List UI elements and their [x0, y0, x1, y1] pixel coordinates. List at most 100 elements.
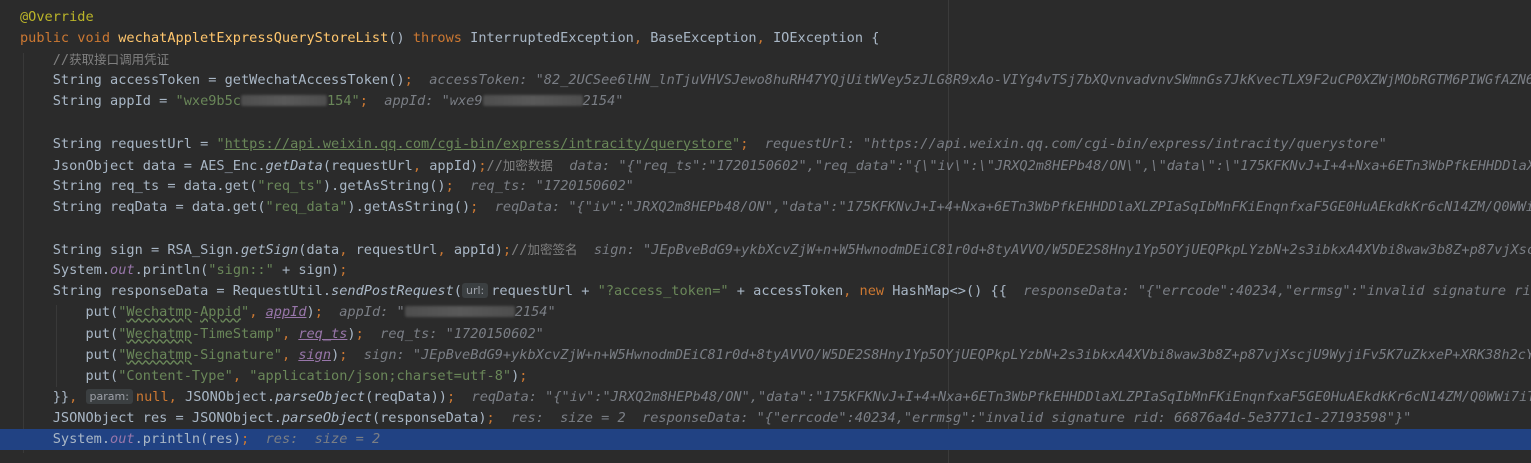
- keyword: ,: [633, 30, 651, 47]
- method-name: wechatAppletExpressQueryStoreList: [118, 30, 389, 47]
- redacted-text: [241, 95, 327, 107]
- code-token: requestUrl +: [491, 283, 598, 300]
- inline-debug-value: sign: "JEpBveBdG9+ykbXcvZjW+n+W5HwnodmDE…: [593, 242, 1531, 259]
- code-token: }}: [52, 388, 70, 405]
- inline-debug-value: res: size = 2 responseData: "{"errcode":…: [494, 409, 1412, 426]
- annotation: @Override: [20, 9, 94, 25]
- keyword: ;: [339, 262, 348, 279]
- keyword: ;: [241, 431, 250, 447]
- inline-debug-value: 2154": [514, 304, 556, 321]
- code-line[interactable]: String sign = RSA_Sign.getSign(data, req…: [0, 239, 1531, 260]
- code-line[interactable]: put("Wechatmp-Appid", appId); appId: " 21…: [0, 302, 1531, 323]
- code-token: ).getAsString(): [347, 198, 471, 215]
- code-line[interactable]: String req_ts = data.get("req_ts").getAs…: [0, 176, 1531, 197]
- string-literal: "wxe9b5c: [175, 93, 241, 110]
- string-literal: ": [241, 304, 250, 321]
- code-token: (): [388, 30, 413, 47]
- code-token: appId): [453, 242, 503, 259]
- string-literal: -Signature": [191, 346, 282, 363]
- code-token: + accessToken: [728, 283, 844, 300]
- code-line[interactable]: }}, param: null, JSONObject.parseObject(r…: [0, 387, 1531, 408]
- code-token: HashMap<>() {{: [892, 283, 1007, 300]
- inline-debug-value: responseData: "{"errcode":40234,"errmsg"…: [1023, 283, 1531, 300]
- code-line[interactable]: JsonObject data = AES_Enc.getData(reques…: [0, 155, 1531, 176]
- keyword: ;: [519, 367, 528, 384]
- keyword: ,: [339, 242, 356, 259]
- keyword: ;: [486, 409, 495, 426]
- code-token: System.: [52, 262, 111, 279]
- code-token: .println(: [134, 262, 209, 279]
- code-token: req_ts: [298, 325, 348, 342]
- string-literal: "Content-Type": [118, 367, 233, 384]
- keyword: ;: [502, 242, 512, 259]
- code-line[interactable]: String responseData = RequestUtil.sendPo…: [0, 281, 1531, 302]
- code-editor[interactable]: @Override public void wechatAppletExpress…: [0, 0, 1531, 463]
- string-literal: Wechatmp: [126, 325, 192, 342]
- code-line[interactable]: String accessToken = getWechatAccessToke…: [0, 70, 1531, 91]
- inline-debug-value: res: size = 2: [249, 431, 381, 447]
- code-token: put(: [85, 346, 119, 363]
- code-token: put(: [85, 367, 119, 384]
- keyword: ;: [445, 177, 454, 194]
- code-comment: //: [52, 52, 70, 69]
- inline-debug-value: sign: "JEpBveBdG9+ykbXcvZjW+n+W5HwnodmDE…: [347, 346, 1531, 363]
- keyword: ,: [232, 367, 250, 384]
- code-line[interactable]: @Override: [0, 7, 1531, 28]
- code-line[interactable]: [0, 218, 1531, 239]
- string-literal: "req_data": [265, 198, 348, 215]
- code-line[interactable]: String appId = "wxe9b5c 154"; appId: "wxe…: [0, 91, 1531, 112]
- url-link[interactable]: https://api.weixin.qq.com/cgi-bin/expres…: [225, 136, 732, 152]
- keyword: public: [20, 30, 78, 47]
- string-literal: ": [216, 135, 225, 152]
- redacted-text: [482, 95, 583, 107]
- keyword: ;: [478, 157, 487, 174]
- code-line[interactable]: put("Wechatmp-Signature", sign); sign: "…: [0, 345, 1531, 366]
- code-line[interactable]: System.out.println("sign::" + sign);: [0, 260, 1531, 281]
- code-line-current[interactable]: System.out.println(res); res: size = 2: [0, 429, 1531, 450]
- keyword: null: [135, 388, 169, 405]
- keyword: ;: [404, 72, 413, 89]
- string-literal: "sign::": [208, 262, 274, 279]
- inline-debug-value: req_ts: "1720150602": [363, 325, 544, 342]
- code-comment: 加密签名: [527, 242, 578, 258]
- code-token: parseObject: [281, 409, 372, 426]
- code-token: JsonObject data = AES_Enc.: [52, 157, 266, 174]
- inline-debug-value: data: "{"req_ts":"1720150602","req_data"…: [569, 157, 1531, 174]
- code-token: (reqData)): [365, 388, 447, 405]
- code-token: appId: [265, 304, 307, 321]
- keyword: ;: [359, 93, 368, 110]
- inline-debug-value: appId: ": [322, 304, 405, 321]
- code-line[interactable]: put("Content-Type", "application/json;ch…: [0, 366, 1531, 387]
- code-token: ).getAsString(): [322, 177, 446, 194]
- keyword: ;: [355, 325, 364, 342]
- code-comment: //: [511, 242, 528, 259]
- keyword: void: [77, 30, 119, 47]
- code-line[interactable]: put("Wechatmp-TimeStamp", req_ts); req_t…: [0, 324, 1531, 345]
- code-token: (data: [298, 242, 340, 259]
- code-token: put(: [85, 325, 119, 342]
- code-line[interactable]: String reqData = data.get("req_data").ge…: [0, 197, 1531, 218]
- keyword: ,: [412, 157, 430, 174]
- code-line[interactable]: //获取接口调用凭证: [0, 49, 1531, 70]
- code-line[interactable]: String requestUrl = "https://api.weixin.…: [0, 134, 1531, 155]
- inline-debug-value: appId: "wxe9: [367, 93, 483, 110]
- parameter-name-hint: param:: [85, 388, 133, 404]
- code-token: String reqData = data.get(: [52, 198, 266, 215]
- keyword: ,: [437, 242, 454, 259]
- code-line[interactable]: [0, 113, 1531, 134]
- code-line[interactable]: public void wechatAppletExpressQueryStor…: [0, 28, 1531, 49]
- code-line[interactable]: JSONObject res = JSONObject.parseObject(…: [0, 408, 1531, 429]
- code-token: ): [306, 304, 315, 321]
- string-literal: "application/json;charset=utf-8": [249, 367, 512, 384]
- keyword: ;: [446, 388, 456, 405]
